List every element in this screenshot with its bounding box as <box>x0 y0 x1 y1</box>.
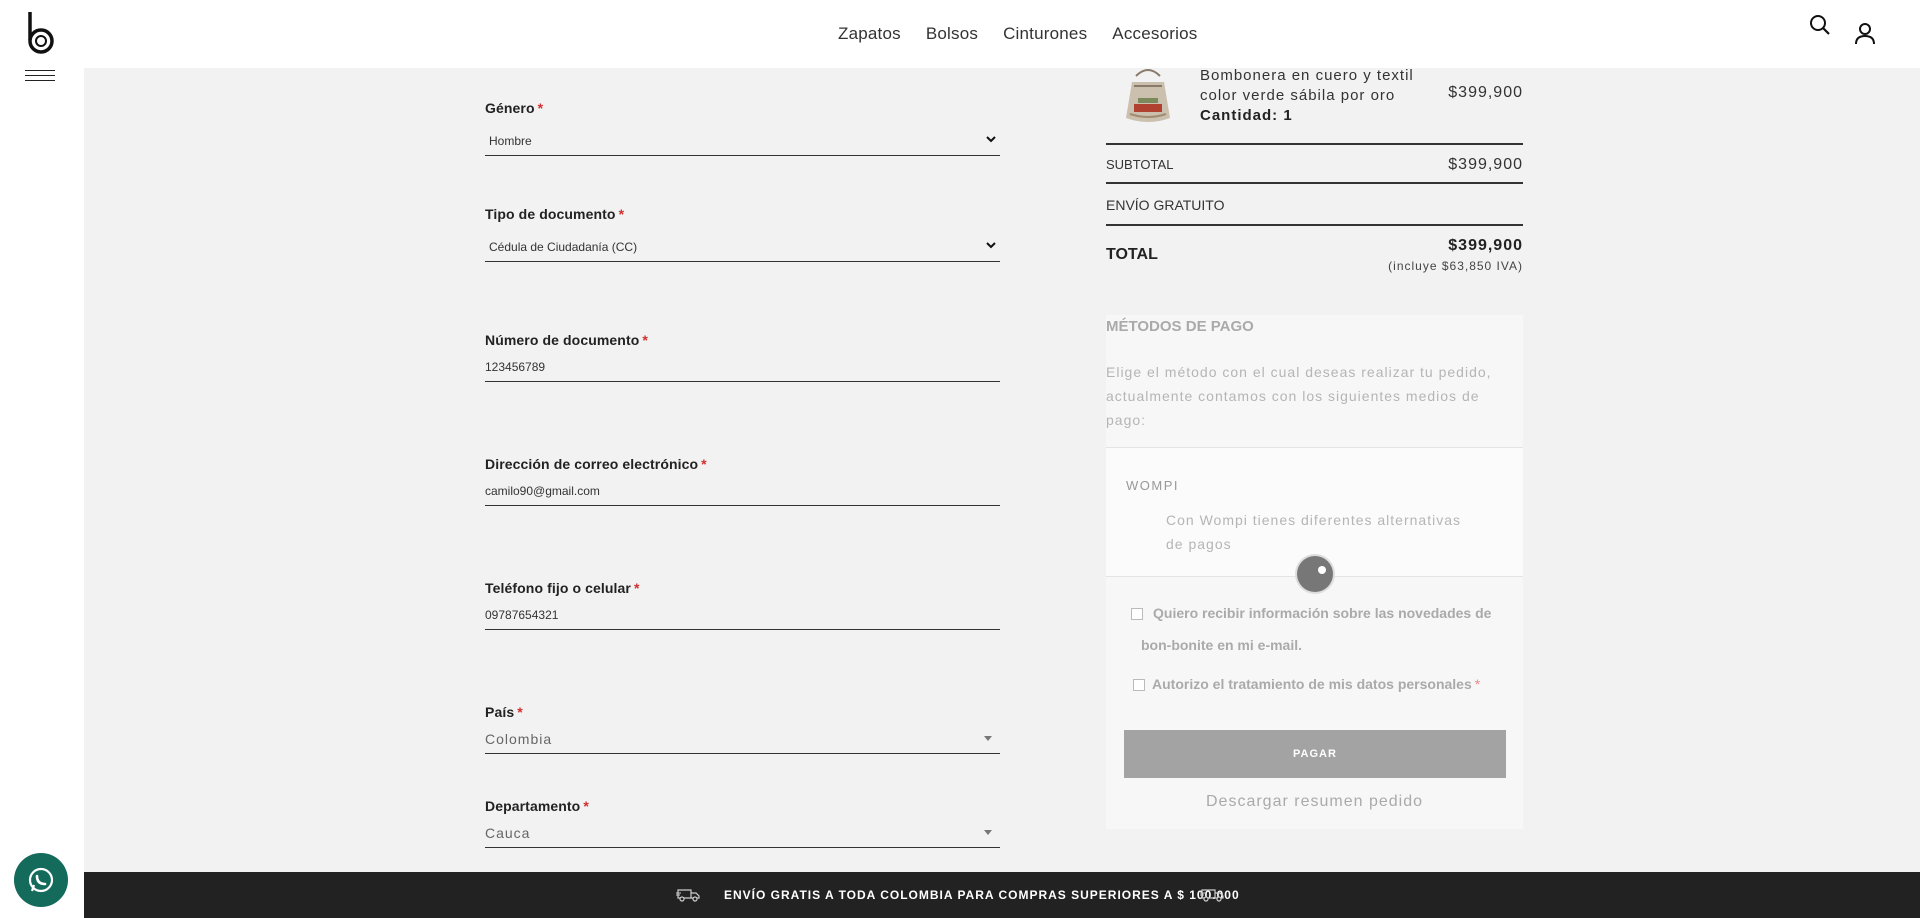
nav-bolsos[interactable]: Bolsos <box>926 24 978 44</box>
doc-number-input[interactable]: 123456789 <box>485 352 1000 382</box>
phone-value: 09787654321 <box>485 607 559 622</box>
doc-type-label: Tipo de documento <box>485 206 616 222</box>
privacy-text: Autorizo el tratamiento de mis datos per… <box>1152 676 1472 692</box>
gender-select[interactable]: Hombre <box>485 126 1000 156</box>
newsletter-label: Quiero recibir información sobre las nov… <box>1141 605 1492 653</box>
hamburger-icon[interactable] <box>25 70 55 84</box>
phone-input[interactable]: 09787654321 <box>485 600 1000 630</box>
product-name: Bombonera en cuero y textil color verde … <box>1200 67 1414 104</box>
nav-accesorios[interactable]: Accesorios <box>1112 24 1197 44</box>
department-value: Cauca <box>485 824 531 841</box>
logo-icon[interactable] <box>26 10 56 56</box>
divider <box>1106 224 1523 226</box>
doc-number-label: Número de documento <box>485 332 640 348</box>
truck-icon <box>1200 889 1224 902</box>
doc-type-field: Tipo de documento * Cédula de Ciudadanía … <box>485 206 1000 262</box>
chevron-down-icon <box>986 242 996 249</box>
shipping-banner-text: ENVÍO GRATIS A TODA COLOMBIA PARA COMPRA… <box>724 888 1240 902</box>
required-mark: * <box>1474 676 1481 692</box>
chevron-down-icon <box>986 136 996 143</box>
privacy-label: Autorizo el tratamiento de mis datos per… <box>1152 668 1480 700</box>
total-iva: (incluye $63,850 IVA) <box>1388 259 1523 273</box>
nav-cinturones[interactable]: Cinturones <box>1003 24 1087 44</box>
payment-title: MÉTODOS DE PAGO <box>1106 318 1254 335</box>
download-summary-link[interactable]: Descargar resumen pedido <box>1106 793 1523 811</box>
payment-methods: MÉTODOS DE PAGO Elige el método con el c… <box>1106 315 1523 829</box>
pay-button[interactable]: PAGAR <box>1124 730 1506 778</box>
divider <box>1106 182 1523 184</box>
country-value: Colombia <box>485 730 553 747</box>
payment-description: Elige el método con el cual deseas reali… <box>1106 364 1492 428</box>
required-mark: * <box>633 580 640 596</box>
required-mark: * <box>701 456 707 472</box>
doc-type-select[interactable]: Cédula de Ciudadanía (CC) <box>485 232 1000 262</box>
phone-field: Teléfono fijo o celular * 09787654321 <box>485 580 1000 630</box>
department-field: Departamento * Cauca <box>485 798 1000 848</box>
email-label: Dirección de correo electrónico <box>485 456 699 472</box>
dropdown-arrow-icon <box>984 830 992 835</box>
email-field: Dirección de correo electrónico * camilo9… <box>485 456 1000 506</box>
product-price: $399,900 <box>1448 84 1523 101</box>
gender-value: Hombre <box>489 133 532 148</box>
doc-number-field: Número de documento * 123456789 <box>485 332 1000 382</box>
subtotal-value: $399,900 <box>1448 156 1523 173</box>
doc-type-value: Cédula de Ciudadanía (CC) <box>489 239 638 254</box>
phone-label: Teléfono fijo o celular <box>485 580 631 596</box>
privacy-checkbox[interactable] <box>1133 679 1145 691</box>
product-quantity: Cantidad: 1 <box>1200 107 1293 124</box>
loading-spinner-icon <box>1297 556 1333 592</box>
search-icon[interactable] <box>1809 14 1831 36</box>
country-field: País * Colombia <box>485 704 1000 754</box>
country-select[interactable]: Colombia <box>485 724 1000 754</box>
shipping-banner: ENVÍO GRATIS A TODA COLOMBIA PARA COMPRA… <box>84 872 1920 918</box>
product-info: Bombonera en cuero y textil color verde … <box>1200 66 1430 126</box>
payment-method-description: Con Wompi tienes diferentes alternativas… <box>1166 512 1461 552</box>
whatsapp-icon <box>28 867 54 893</box>
shipping-label: ENVÍO GRATUITO <box>1106 197 1225 213</box>
required-mark: * <box>517 704 523 720</box>
required-mark: * <box>618 206 625 222</box>
payment-method-name: WOMPI <box>1126 478 1179 493</box>
main-nav: Zapatos Bolsos Cinturones Accesorios <box>838 24 1197 44</box>
whatsapp-button[interactable] <box>14 853 68 907</box>
gender-field: Género * Hombre <box>485 100 1000 156</box>
truck-icon <box>676 889 700 902</box>
dropdown-arrow-icon <box>984 736 992 741</box>
doc-number-value: 123456789 <box>485 359 546 374</box>
country-label: País <box>485 704 515 720</box>
nav-zapatos[interactable]: Zapatos <box>838 24 901 44</box>
total-value: $399,900 <box>1448 237 1523 254</box>
subtotal-label: SUBTOTAL <box>1106 157 1174 172</box>
required-mark: * <box>537 100 544 116</box>
department-label: Departamento <box>485 798 581 814</box>
total-label: TOTAL <box>1106 246 1158 263</box>
user-icon[interactable] <box>1854 22 1876 46</box>
gender-label: Género <box>485 100 535 116</box>
product-image[interactable] <box>1120 66 1176 124</box>
email-input[interactable]: camilo90@gmail.com <box>485 476 1000 506</box>
divider <box>1106 143 1523 145</box>
required-mark: * <box>642 332 648 348</box>
required-mark: * <box>583 798 589 814</box>
email-value: camilo90@gmail.com <box>485 483 600 498</box>
top-header: Zapatos Bolsos Cinturones Accesorios <box>84 0 1920 68</box>
left-rail <box>0 0 84 918</box>
department-select[interactable]: Cauca <box>485 818 1000 848</box>
